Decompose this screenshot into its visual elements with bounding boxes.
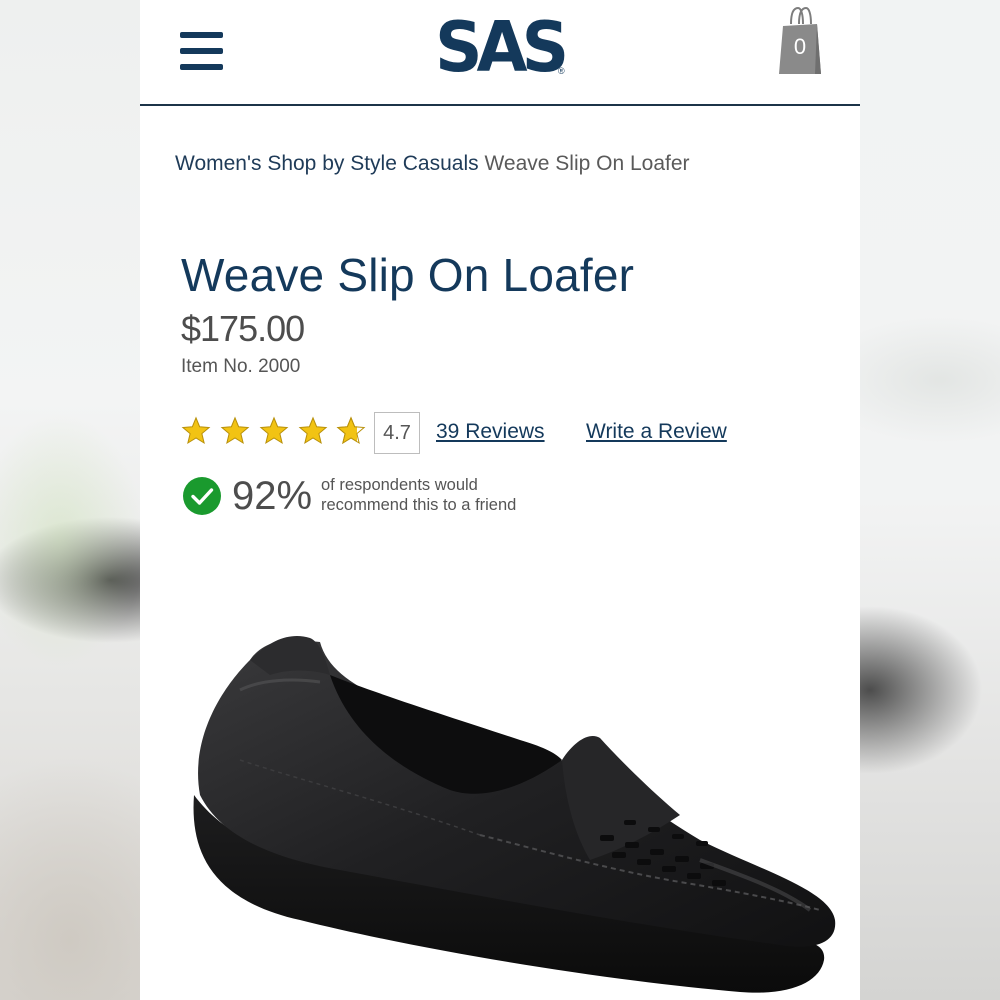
recommend-text-line1: of respondents would [321,476,478,494]
breadcrumb-current: Weave Slip On Loafer [484,152,690,175]
hamburger-menu-icon[interactable] [180,32,223,70]
breadcrumb-link-casuals[interactable]: Casuals [403,152,479,175]
breadcrumb: Women's Shop by Style Casuals Weave Slip… [175,152,690,176]
background-left [0,0,140,1000]
logo-text: SAS [435,7,569,88]
product-title: Weave Slip On Loafer [181,249,635,301]
write-review-link[interactable]: Write a Review [586,420,727,444]
registered-mark: ® [558,66,565,76]
item-number: Item No. 2000 [181,356,301,377]
reviews-link[interactable]: 39 Reviews [436,420,545,444]
star-icon [298,416,328,445]
background-right [860,0,1000,1000]
sas-logo[interactable]: SAS ® [435,7,575,88]
black-loafer-shoe-image[interactable] [180,620,860,1000]
recommend-text: of respondents would recommend this to a… [321,475,516,515]
star-icon-partial [336,416,366,445]
cart-count: 0 [793,34,807,59]
product-page: SAS ® 0 Women's Shop by Style Casuals We… [140,0,860,1000]
breadcrumb-link-style[interactable]: Women's Shop by Style [175,152,397,175]
recommend-percent: 92% [232,474,313,518]
rating-value: 4.7 [374,412,420,454]
star-icon [259,416,289,445]
star-icon [181,416,211,445]
site-header: SAS ® 0 [140,0,860,106]
star-icon [220,416,250,445]
check-circle-icon [183,477,221,515]
recommend-text-line2: recommend this to a friend [321,496,517,514]
shopping-bag-icon[interactable]: 0 [777,4,823,76]
product-price: $175.00 [181,308,305,349]
